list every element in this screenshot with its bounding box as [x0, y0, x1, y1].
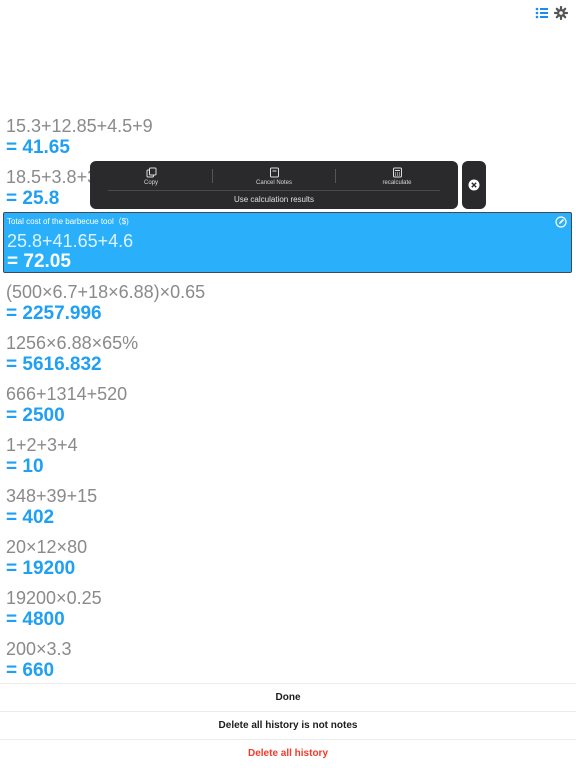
history-entry[interactable]: 348+39+15 = 402 — [6, 485, 570, 529]
gear-icon[interactable] — [554, 6, 568, 20]
history-entry[interactable]: 19200×0.25 = 4800 — [6, 587, 570, 631]
result-text: = 5616.832 — [6, 354, 102, 375]
edit-note-icon[interactable] — [555, 216, 567, 228]
done-button[interactable]: Done — [0, 683, 576, 712]
copy-icon — [146, 167, 156, 178]
result-text: = 72.05 — [7, 251, 71, 272]
history-entry[interactable]: 1256×6.88×65% = 5616.832 — [6, 332, 570, 376]
top-toolbar — [0, 0, 576, 26]
result-text: = 4800 — [6, 609, 65, 630]
calculator-icon — [392, 167, 402, 178]
expression-text: 1+2+3+4 — [6, 435, 78, 455]
copy-button[interactable]: Copy — [90, 165, 212, 189]
cancel-notes-button[interactable]: Cancel Notes — [213, 165, 335, 189]
result-text: = 2500 — [6, 405, 65, 426]
expression-text: (500×6.7+18×6.88)×0.65 — [6, 282, 206, 302]
result-text: = 660 — [6, 660, 55, 681]
action-sheet: Done Delete all history is not notes Del… — [0, 683, 576, 768]
expression-text: 20×12×80 — [6, 537, 88, 557]
result-text: = 2257.996 — [6, 303, 102, 324]
expression-text: 348+39+15 — [6, 486, 98, 506]
result-text: = 10 — [6, 456, 44, 477]
result-text: = 41.65 — [6, 137, 70, 158]
recalculate-label: recalculate — [382, 180, 412, 186]
history-entry[interactable]: 200×3.3 = 660 — [6, 638, 570, 682]
history-entry[interactable]: 20×12×80 = 19200 — [6, 536, 570, 580]
history-entry[interactable]: 15.3+12.85+4.5+9 = 41.65 — [6, 115, 570, 159]
delete-all-history-button[interactable]: Delete all history — [0, 739, 576, 768]
expression-text: 19200×0.25 — [6, 588, 102, 608]
menu-divider — [108, 190, 440, 191]
selected-history-entry[interactable]: Total cost of the barbecue tool（$) 25.8+… — [3, 212, 572, 273]
list-icon[interactable] — [535, 6, 549, 20]
expression-text: 1256×6.88×65% — [6, 333, 139, 353]
expression-text: 25.8+41.65+4.6 — [7, 231, 134, 251]
entry-note: Total cost of the barbecue tool（$) — [7, 217, 129, 226]
close-menu-button[interactable] — [462, 161, 486, 209]
close-icon — [468, 179, 480, 191]
expression-text: 15.3+12.85+4.5+9 — [6, 116, 153, 136]
delete-history-not-notes-button[interactable]: Delete all history is not notes — [0, 711, 576, 740]
result-text: = 402 — [6, 507, 55, 528]
use-calculation-results-button[interactable]: Use calculation results — [90, 195, 458, 204]
context-menu: Copy Cancel Notes recalculate Use calcul… — [90, 161, 458, 209]
expression-text: 200×3.3 — [6, 639, 72, 659]
history-entry[interactable]: (500×6.7+18×6.88)×0.65 = 2257.996 — [6, 281, 570, 325]
history-entry[interactable]: 1+2+3+4 = 10 — [6, 434, 570, 478]
note-icon — [269, 167, 279, 178]
result-text: = 19200 — [6, 558, 76, 579]
expression-text: 666+1314+520 — [6, 384, 128, 404]
cancel-notes-label: Cancel Notes — [255, 180, 293, 186]
copy-label: Copy — [143, 180, 158, 186]
recalculate-button[interactable]: recalculate — [336, 165, 458, 189]
history-entry[interactable]: 666+1314+520 = 2500 — [6, 383, 570, 427]
